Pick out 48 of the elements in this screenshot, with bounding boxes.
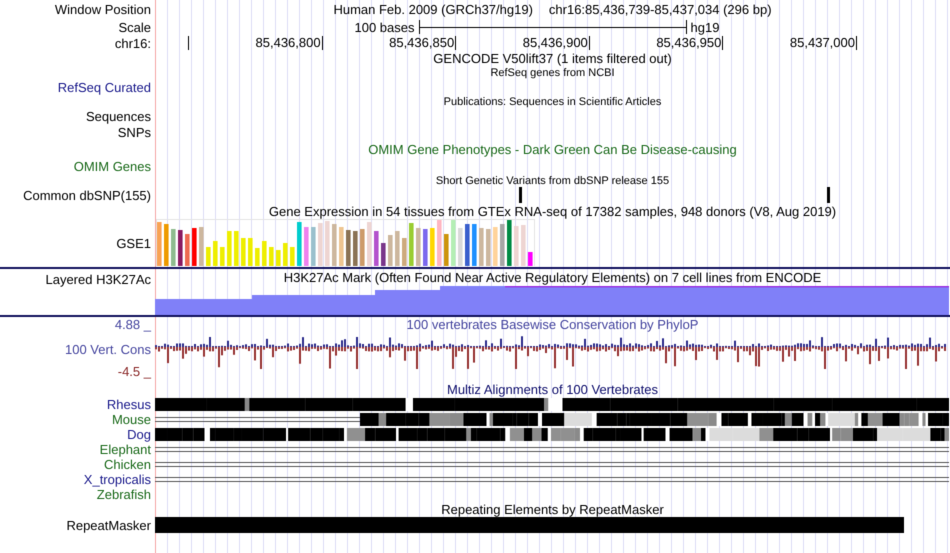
track-title: GENCODE V50lift37 (1 items filtered out)	[433, 51, 672, 66]
track-label[interactable]: Layered H3K27Ac	[45, 272, 151, 287]
ruler-tick-label: 85,436,850	[389, 36, 454, 50]
ruler-tick	[188, 36, 189, 50]
track-title: Publications: Sequences in Scientific Articles	[444, 96, 662, 108]
track-title: OMIM Gene Phenotypes - Dark Green Can Be Disease-causing	[368, 142, 737, 156]
axis-max-label: 4.88 _	[114, 317, 151, 332]
track-label[interactable]: RefSeq Curated	[58, 80, 151, 94]
row-label: Window Position	[54, 2, 151, 16]
chromosome-label: chr16:	[114, 36, 151, 51]
snp-marker	[519, 187, 522, 203]
track-title: RefSeq genes from NCBI	[490, 66, 615, 78]
ruler-tick-label: 85,436,950	[656, 36, 722, 50]
track-title: Gene Expression in 54 tissues from GTEx RNA-seq of 17382 samples, 948 donors (V8, Aug 2019)	[268, 204, 836, 219]
track-label[interactable]: OMIM Genes	[74, 158, 151, 174]
species-label[interactable]: X_tropicalis	[84, 472, 151, 487]
track-label[interactable]: Common dbSNP(155)	[23, 188, 151, 203]
ruler-tick-label: 85,436,800	[256, 36, 321, 50]
track-label[interactable]: RepeatMasker	[66, 518, 151, 533]
ruler-tick	[856, 36, 857, 50]
ruler-tick-label: 85,436,900	[522, 36, 588, 50]
track-title: H3K27Ac Mark (Often Found Near Active Regulatory Elements) on 7 cell lines from ENCODE	[284, 270, 822, 285]
scale-length: 100 bases	[354, 20, 414, 34]
track-title: Short Genetic Variants from dbSNP release 155	[436, 174, 670, 186]
ruler-tick	[588, 36, 590, 50]
species-label[interactable]: Chicken	[104, 457, 151, 472]
track-label[interactable]: GSE1	[116, 236, 151, 250]
assembly-title: Human Feb. 2009 (GRCh37/hg19)	[333, 2, 533, 16]
species-label[interactable]: Dog	[127, 427, 151, 442]
track-title: 100 vertebrates Basewise Conservation by PhyloP	[406, 317, 698, 332]
track-label[interactable]: 100 Vert. Cons	[65, 342, 151, 357]
ruler-tick	[322, 36, 323, 50]
row-label: Scale	[118, 20, 151, 34]
species-label[interactable]: Elephant	[100, 442, 151, 457]
position-text: chr16:85,436,739-85,437,034 (296 bp)	[548, 2, 772, 16]
track-label[interactable]: Sequences	[86, 108, 151, 124]
track-title: Multiz Alignments of 100 Vertebrates	[446, 382, 658, 397]
species-label[interactable]: Rhesus	[106, 397, 151, 412]
track-label[interactable]: SNPs	[118, 124, 151, 140]
ruler-tick-label: 85,437,000	[790, 36, 855, 50]
ruler-tick	[455, 36, 456, 50]
track-title: Repeating Elements by RepeatMasker	[441, 502, 664, 517]
species-label[interactable]: Mouse	[112, 412, 151, 427]
axis-min-label: -4.5 _	[118, 364, 151, 379]
scale-assembly: hg19	[690, 20, 720, 34]
ruler-tick	[722, 36, 724, 50]
species-label[interactable]: Zebrafish	[96, 487, 151, 502]
snp-marker	[827, 187, 830, 203]
